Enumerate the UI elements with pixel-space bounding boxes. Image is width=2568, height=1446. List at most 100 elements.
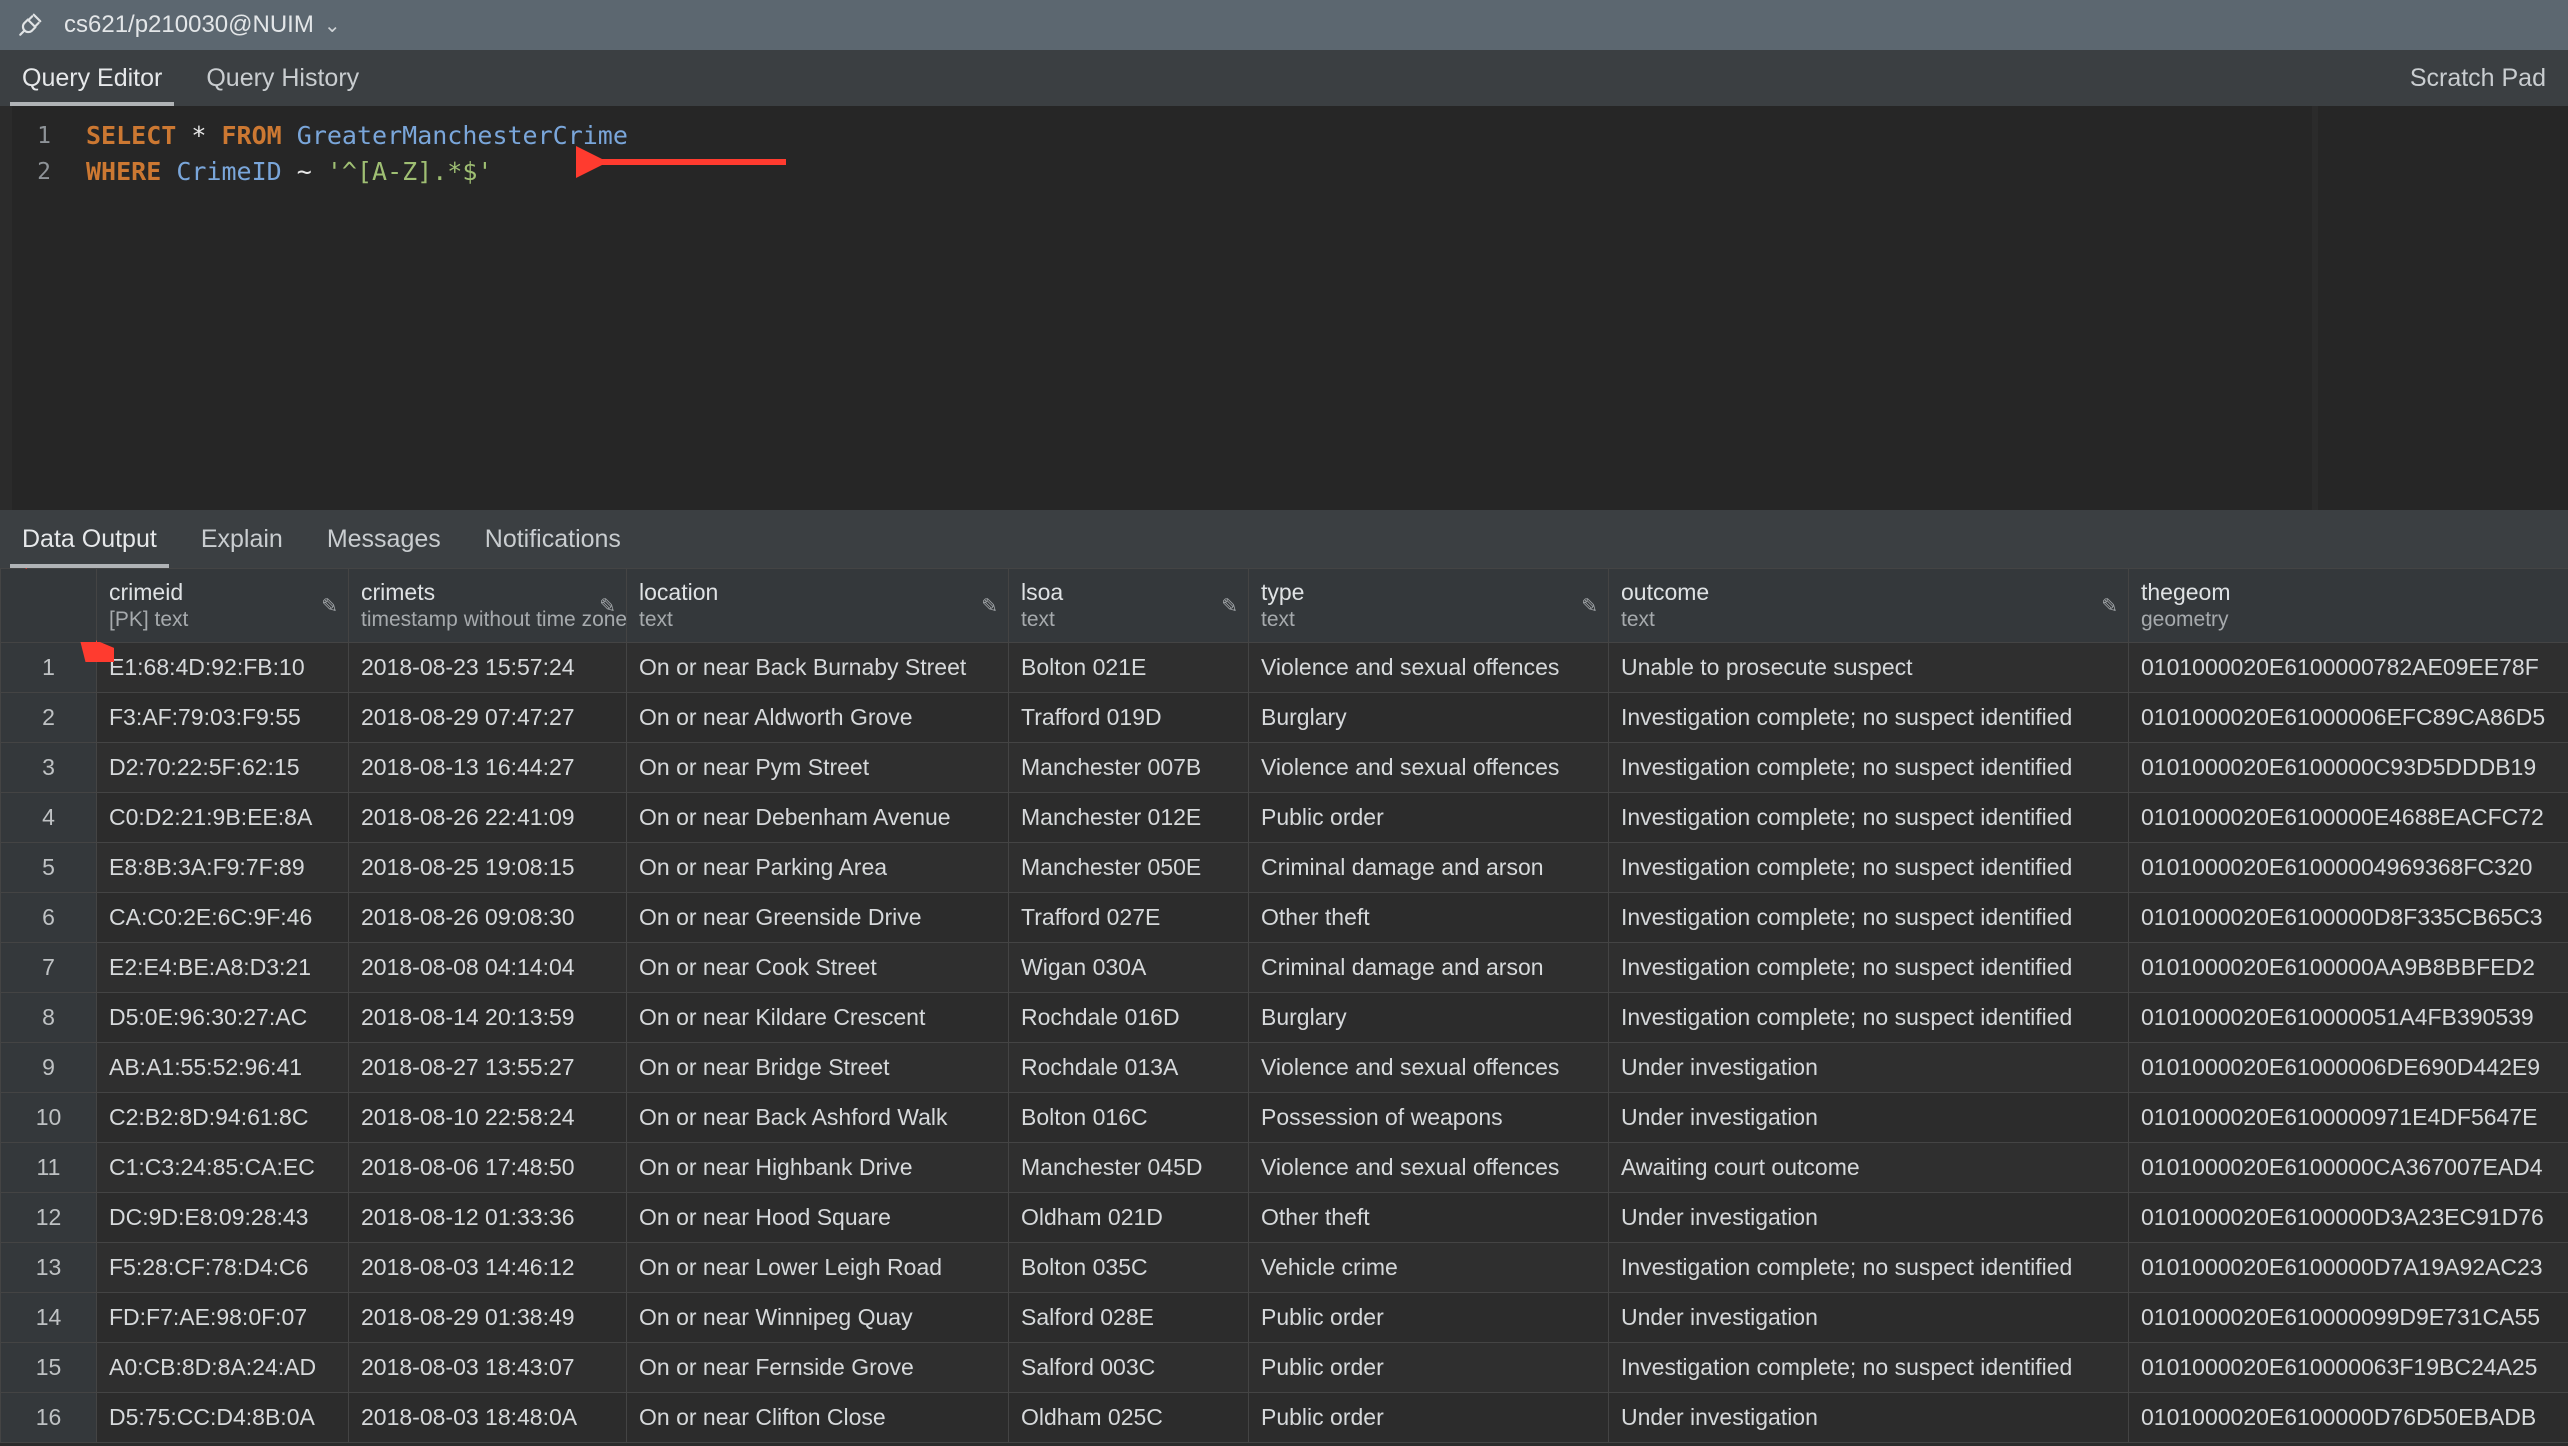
cell-crimets[interactable]: 2018-08-26 22:41:09 — [349, 793, 627, 843]
cell-crimeid[interactable]: C1:C3:24:85:CA:EC — [97, 1143, 349, 1193]
cell-thegeom[interactable]: 0101000020E6100000D3A23EC91D76 — [2129, 1193, 2568, 1243]
cell-location[interactable]: On or near Hood Square — [627, 1193, 1009, 1243]
col-header-outcome[interactable]: outcome text ✎ — [1609, 569, 2129, 643]
pencil-icon[interactable]: ✎ — [321, 593, 338, 618]
cell-lsoa[interactable]: Manchester 007B — [1009, 743, 1249, 793]
row-number-cell[interactable]: 3 — [1, 743, 97, 793]
table-row[interactable]: 10C2:B2:8D:94:61:8C2018-08-10 22:58:24On… — [1, 1093, 2568, 1143]
cell-lsoa[interactable]: Manchester 050E — [1009, 843, 1249, 893]
col-header-crimeid[interactable]: crimeid [PK] text ✎ — [97, 569, 349, 643]
cell-crimets[interactable]: 2018-08-26 09:08:30 — [349, 893, 627, 943]
table-row[interactable]: 8D5:0E:96:30:27:AC2018-08-14 20:13:59On … — [1, 993, 2568, 1043]
cell-thegeom[interactable]: 0101000020E6100000782AE09EE78F — [2129, 643, 2568, 693]
cell-outcome[interactable]: Under investigation — [1609, 1393, 2129, 1443]
cell-crimeid[interactable]: E2:E4:BE:A8:D3:21 — [97, 943, 349, 993]
cell-crimeid[interactable]: C0:D2:21:9B:EE:8A — [97, 793, 349, 843]
cell-crimeid[interactable]: AB:A1:55:52:96:41 — [97, 1043, 349, 1093]
row-number-cell[interactable]: 6 — [1, 893, 97, 943]
row-number-cell[interactable]: 7 — [1, 943, 97, 993]
cell-type[interactable]: Public order — [1249, 1393, 1609, 1443]
cell-location[interactable]: On or near Greenside Drive — [627, 893, 1009, 943]
pencil-icon[interactable]: ✎ — [981, 593, 998, 618]
cell-thegeom[interactable]: 0101000020E61000006EFC89CA86D5 — [2129, 693, 2568, 743]
cell-crimets[interactable]: 2018-08-03 14:46:12 — [349, 1243, 627, 1293]
cell-outcome[interactable]: Investigation complete; no suspect ident… — [1609, 843, 2129, 893]
table-row[interactable]: 2F3:AF:79:03:F9:552018-08-29 07:47:27On … — [1, 693, 2568, 743]
cell-lsoa[interactable]: Manchester 012E — [1009, 793, 1249, 843]
pencil-icon[interactable]: ✎ — [599, 593, 616, 618]
cell-type[interactable]: Criminal damage and arson — [1249, 943, 1609, 993]
cell-thegeom[interactable]: 0101000020E6100000C93D5DDDB19 — [2129, 743, 2568, 793]
tab-query-editor[interactable]: Query Editor — [10, 50, 174, 106]
table-row[interactable]: 16D5:75:CC:D4:8B:0A2018-08-03 18:48:0AOn… — [1, 1393, 2568, 1443]
cell-type[interactable]: Burglary — [1249, 993, 1609, 1043]
row-number-cell[interactable]: 16 — [1, 1393, 97, 1443]
cell-type[interactable]: Public order — [1249, 793, 1609, 843]
cell-thegeom[interactable]: 0101000020E6100000CA367007EAD4 — [2129, 1143, 2568, 1193]
cell-lsoa[interactable]: Rochdale 016D — [1009, 993, 1249, 1043]
cell-crimets[interactable]: 2018-08-29 01:38:49 — [349, 1293, 627, 1343]
scratch-pad-panel[interactable] — [2318, 106, 2568, 510]
row-number-cell[interactable]: 12 — [1, 1193, 97, 1243]
cell-type[interactable]: Other theft — [1249, 1193, 1609, 1243]
cell-type[interactable]: Other theft — [1249, 893, 1609, 943]
tab-data-output[interactable]: Data Output — [10, 510, 169, 568]
cell-type[interactable]: Violence and sexual offences — [1249, 1043, 1609, 1093]
row-number-cell[interactable]: 13 — [1, 1243, 97, 1293]
table-row[interactable]: 9AB:A1:55:52:96:412018-08-27 13:55:27On … — [1, 1043, 2568, 1093]
cell-lsoa[interactable]: Bolton 035C — [1009, 1243, 1249, 1293]
cell-lsoa[interactable]: Salford 003C — [1009, 1343, 1249, 1393]
cell-thegeom[interactable]: 0101000020E6100000D8F335CB65C3 — [2129, 893, 2568, 943]
cell-outcome[interactable]: Investigation complete; no suspect ident… — [1609, 693, 2129, 743]
table-row[interactable]: 7E2:E4:BE:A8:D3:212018-08-08 04:14:04On … — [1, 943, 2568, 993]
cell-lsoa[interactable]: Oldham 025C — [1009, 1393, 1249, 1443]
cell-outcome[interactable]: Under investigation — [1609, 1293, 2129, 1343]
cell-thegeom[interactable]: 0101000020E6100000E4688EACFC72 — [2129, 793, 2568, 843]
cell-location[interactable]: On or near Kildare Crescent — [627, 993, 1009, 1043]
cell-location[interactable]: On or near Lower Leigh Road — [627, 1243, 1009, 1293]
cell-outcome[interactable]: Investigation complete; no suspect ident… — [1609, 793, 2129, 843]
col-header-location[interactable]: location text ✎ — [627, 569, 1009, 643]
cell-location[interactable]: On or near Cook Street — [627, 943, 1009, 993]
col-header-thegeom[interactable]: thegeom geometry — [2129, 569, 2568, 643]
cell-crimets[interactable]: 2018-08-10 22:58:24 — [349, 1093, 627, 1143]
table-row[interactable]: 12DC:9D:E8:09:28:432018-08-12 01:33:36On… — [1, 1193, 2568, 1243]
cell-type[interactable]: Criminal damage and arson — [1249, 843, 1609, 893]
cell-outcome[interactable]: Investigation complete; no suspect ident… — [1609, 1243, 2129, 1293]
cell-crimets[interactable]: 2018-08-03 18:48:0A — [349, 1393, 627, 1443]
table-row[interactable]: 5E8:8B:3A:F9:7F:892018-08-25 19:08:15On … — [1, 843, 2568, 893]
cell-location[interactable]: On or near Highbank Drive — [627, 1143, 1009, 1193]
cell-location[interactable]: On or near Pym Street — [627, 743, 1009, 793]
cell-crimeid[interactable]: DC:9D:E8:09:28:43 — [97, 1193, 349, 1243]
cell-lsoa[interactable]: Trafford 019D — [1009, 693, 1249, 743]
cell-location[interactable]: On or near Clifton Close — [627, 1393, 1009, 1443]
cell-lsoa[interactable]: Rochdale 013A — [1009, 1043, 1249, 1093]
tab-explain[interactable]: Explain — [189, 510, 295, 568]
cell-thegeom[interactable]: 0101000020E610000063F19BC24A25 — [2129, 1343, 2568, 1393]
cell-location[interactable]: On or near Parking Area — [627, 843, 1009, 893]
table-row[interactable]: 15A0:CB:8D:8A:24:AD2018-08-03 18:43:07On… — [1, 1343, 2568, 1393]
cell-type[interactable]: Burglary — [1249, 693, 1609, 743]
cell-thegeom[interactable]: 0101000020E6100000D7A19A92AC23 — [2129, 1243, 2568, 1293]
cell-crimets[interactable]: 2018-08-23 15:57:24 — [349, 643, 627, 693]
row-number-cell[interactable]: 14 — [1, 1293, 97, 1343]
cell-crimets[interactable]: 2018-08-25 19:08:15 — [349, 843, 627, 893]
col-header-type[interactable]: type text ✎ — [1249, 569, 1609, 643]
cell-thegeom[interactable]: 0101000020E6100000AA9B8BBFED2 — [2129, 943, 2568, 993]
cell-type[interactable]: Violence and sexual offences — [1249, 1143, 1609, 1193]
cell-lsoa[interactable]: Oldham 021D — [1009, 1193, 1249, 1243]
cell-thegeom[interactable]: 0101000020E610000099D9E731CA55 — [2129, 1293, 2568, 1343]
cell-crimets[interactable]: 2018-08-08 04:14:04 — [349, 943, 627, 993]
results-table[interactable]: crimeid [PK] text ✎ crimets timestamp wi… — [0, 568, 2568, 1443]
cell-thegeom[interactable]: 0101000020E6100000D76D50EBADB — [2129, 1393, 2568, 1443]
code-content[interactable]: SELECT * FROM GreaterManchesterCrime WHE… — [76, 106, 2312, 510]
cell-lsoa[interactable]: Salford 028E — [1009, 1293, 1249, 1343]
table-row[interactable]: 1E1:68:4D:92:FB:102018-08-23 15:57:24On … — [1, 643, 2568, 693]
pencil-icon[interactable]: ✎ — [1221, 593, 1238, 618]
row-number-cell[interactable]: 10 — [1, 1093, 97, 1143]
cell-outcome[interactable]: Investigation complete; no suspect ident… — [1609, 993, 2129, 1043]
cell-crimets[interactable]: 2018-08-14 20:13:59 — [349, 993, 627, 1043]
cell-outcome[interactable]: Investigation complete; no suspect ident… — [1609, 893, 2129, 943]
cell-crimets[interactable]: 2018-08-27 13:55:27 — [349, 1043, 627, 1093]
pencil-icon[interactable]: ✎ — [1581, 593, 1598, 618]
